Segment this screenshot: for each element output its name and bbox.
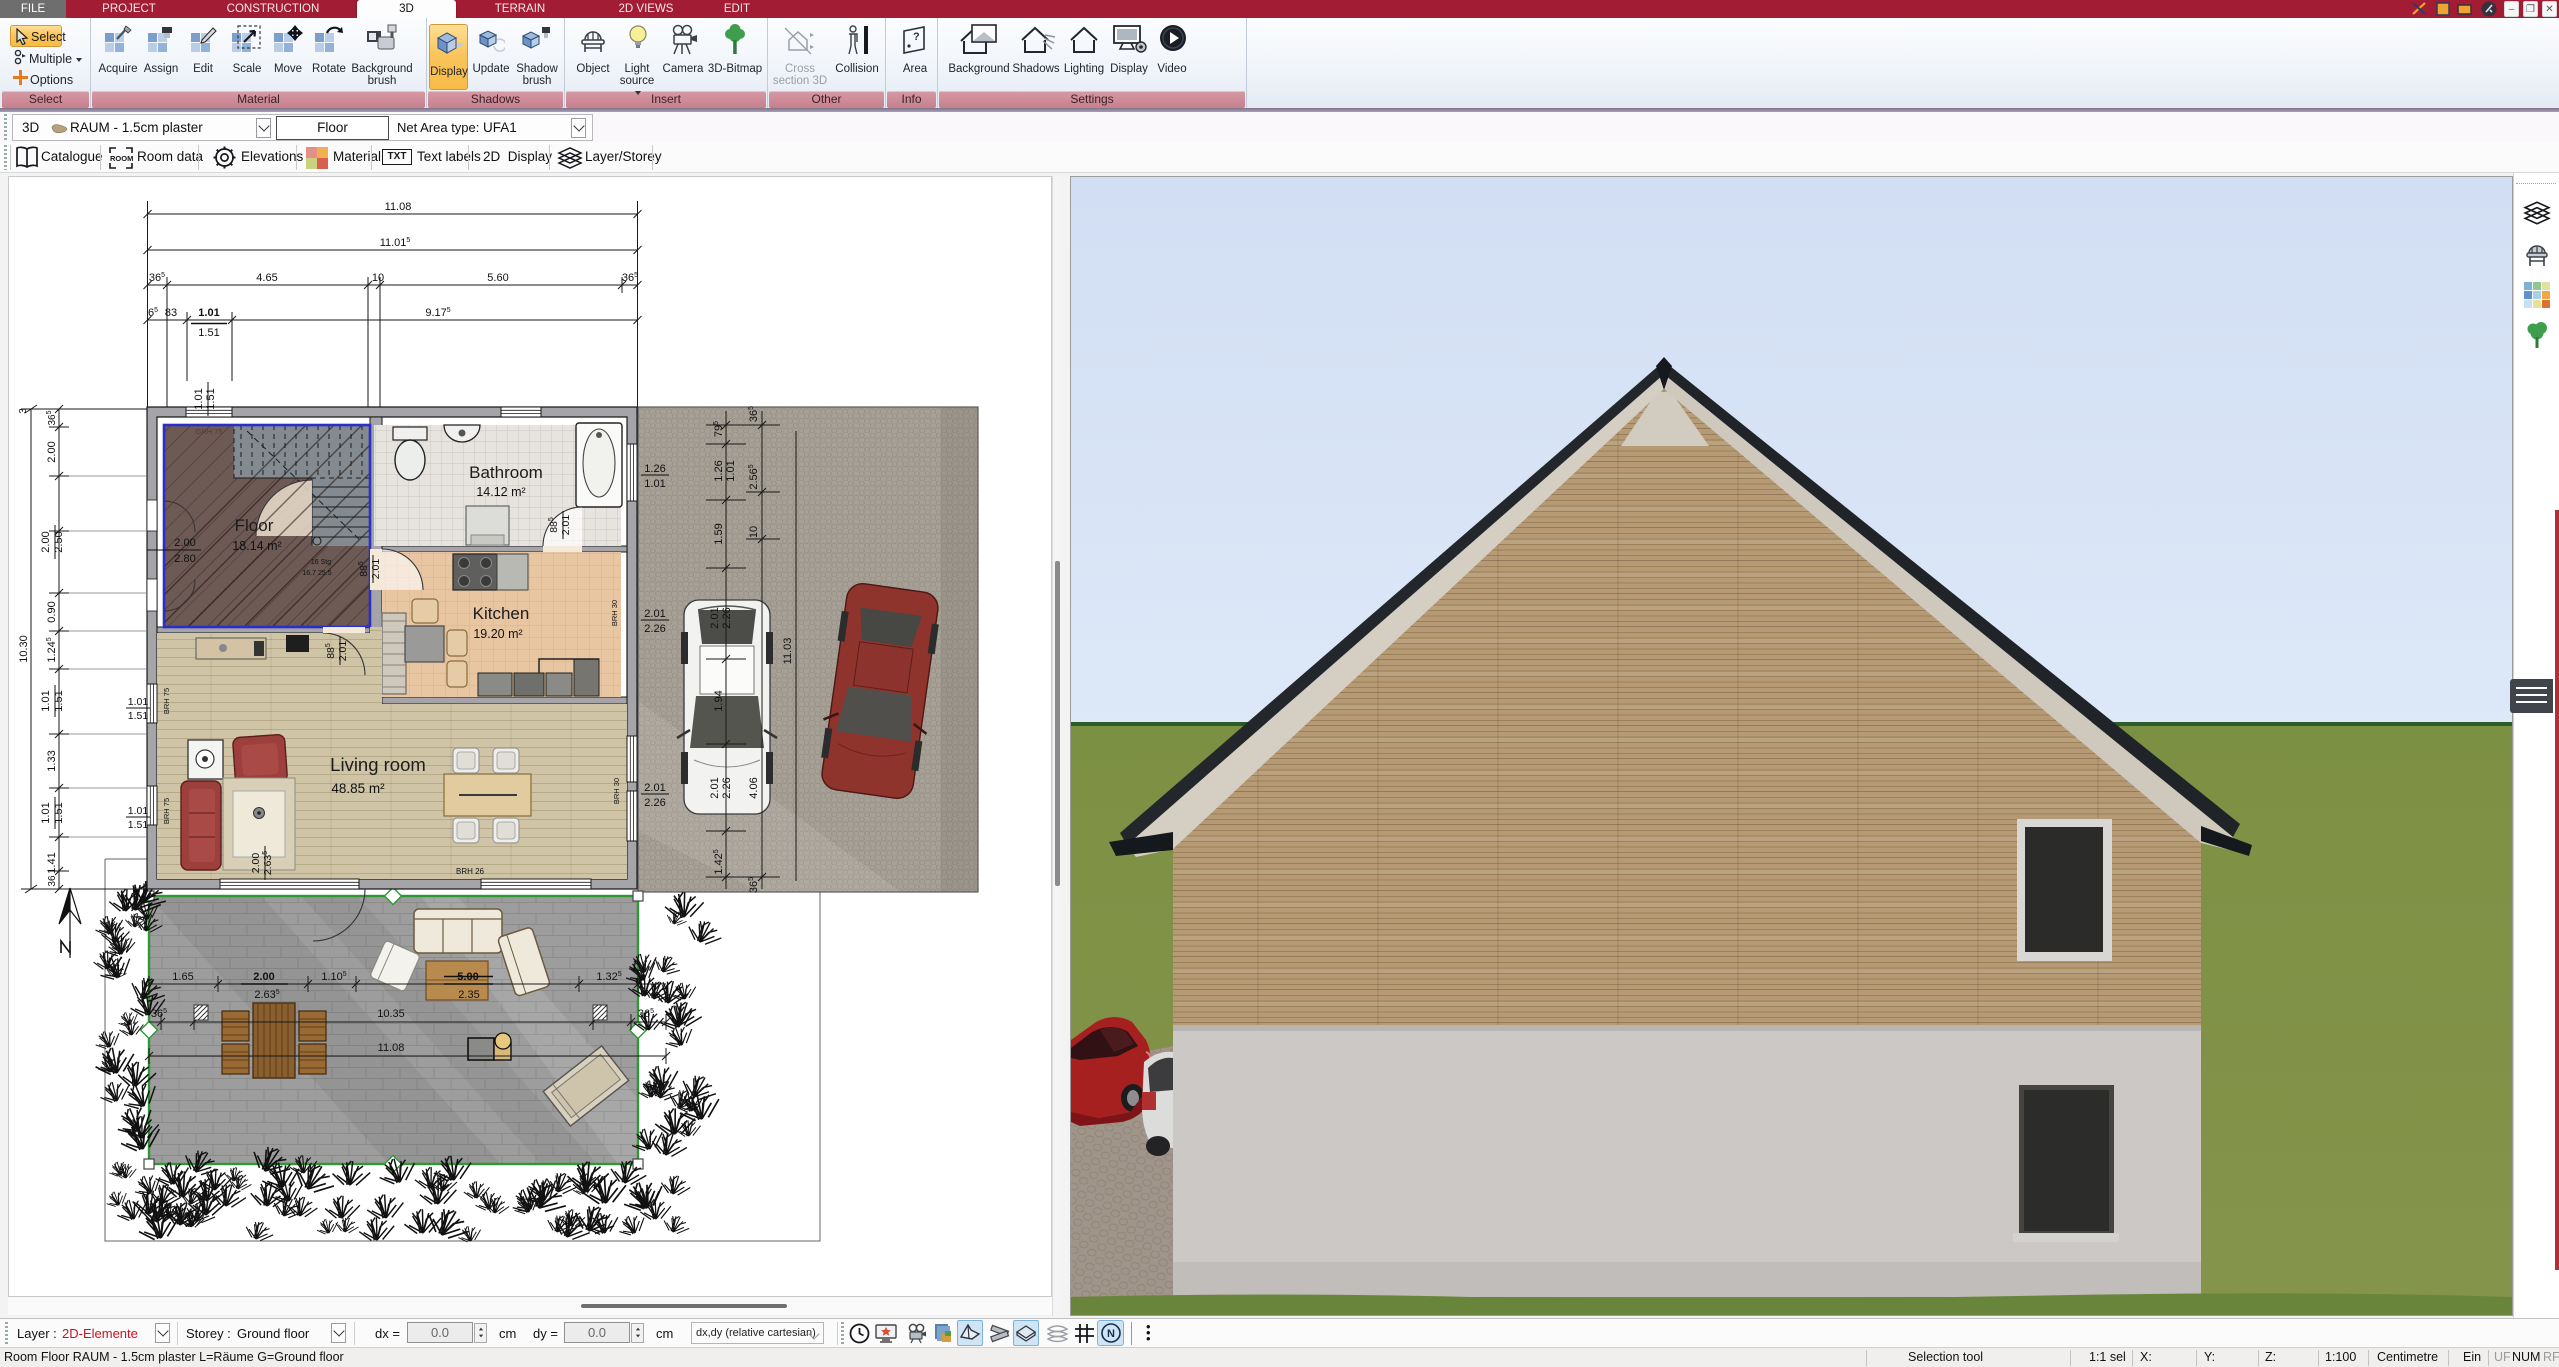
svg-text:Bathroom: Bathroom xyxy=(469,463,543,482)
svg-text:365: 365 xyxy=(46,410,58,425)
svg-text:1.01: 1.01 xyxy=(40,802,52,823)
svg-text:BRH 30: BRH 30 xyxy=(612,778,621,804)
svg-text:18.14 m²: 18.14 m² xyxy=(232,539,281,553)
svg-text:11.03: 11.03 xyxy=(782,638,794,665)
svg-text:2.00: 2.00 xyxy=(250,853,262,874)
svg-text:BRH 75: BRH 75 xyxy=(162,798,171,824)
svg-text:0.90: 0.90 xyxy=(46,601,58,622)
svg-text:48.85 m²: 48.85 m² xyxy=(331,781,385,796)
svg-text:1.94: 1.94 xyxy=(713,690,725,711)
svg-text:11.08: 11.08 xyxy=(378,1042,405,1054)
svg-text:N: N xyxy=(1107,1328,1115,1340)
svg-text:Kitchen: Kitchen xyxy=(473,604,530,623)
svg-text:16 Stg: 16 Stg xyxy=(311,559,331,566)
svg-text:1.01: 1.01 xyxy=(644,478,665,490)
svg-text:2.80: 2.80 xyxy=(174,553,195,565)
svg-text:10: 10 xyxy=(372,272,384,284)
svg-text:10.35: 10.35 xyxy=(377,1008,405,1020)
svg-text:BRH 26: BRH 26 xyxy=(456,867,485,876)
svg-text:14.12 m²: 14.12 m² xyxy=(476,485,525,499)
svg-text:1.65: 1.65 xyxy=(172,971,193,983)
svg-text:2.26: 2.26 xyxy=(721,607,733,628)
svg-text:1.01: 1.01 xyxy=(128,805,149,817)
svg-text:83: 83 xyxy=(165,307,177,319)
svg-text:2.35: 2.35 xyxy=(458,989,479,1001)
svg-text:BRH 30: BRH 30 xyxy=(610,600,619,626)
svg-text:2.26: 2.26 xyxy=(644,797,665,809)
svg-text:2.01: 2.01 xyxy=(709,607,721,628)
svg-text:1.26: 1.26 xyxy=(713,460,725,481)
svg-text:365: 365 xyxy=(149,272,165,284)
svg-text:2.00: 2.00 xyxy=(46,441,58,462)
svg-text:1.245: 1.245 xyxy=(46,637,58,662)
svg-text:2.26: 2.26 xyxy=(721,777,733,798)
svg-text:11.08: 11.08 xyxy=(385,201,412,213)
svg-text:1.26: 1.26 xyxy=(644,463,665,475)
svg-text:2.01: 2.01 xyxy=(560,515,572,536)
svg-text:1.41: 1.41 xyxy=(46,852,58,873)
svg-text:1.59: 1.59 xyxy=(713,523,725,544)
svg-text:1.01: 1.01 xyxy=(128,696,149,708)
svg-text:1.51: 1.51 xyxy=(128,819,149,831)
svg-text:2.01: 2.01 xyxy=(337,641,349,662)
svg-text:10.30: 10.30 xyxy=(18,635,30,663)
svg-text:2.26: 2.26 xyxy=(644,623,665,635)
svg-text:1.51: 1.51 xyxy=(198,327,219,339)
svg-text:Floor: Floor xyxy=(235,516,274,535)
svg-text:1.01: 1.01 xyxy=(193,388,205,409)
svg-text:2.01: 2.01 xyxy=(644,782,665,794)
svg-text:2.00: 2.00 xyxy=(174,537,195,549)
svg-text:3: 3 xyxy=(18,408,29,414)
svg-text:1.51: 1.51 xyxy=(128,710,149,722)
svg-text:4.65: 4.65 xyxy=(256,272,277,284)
svg-text:5.60: 5.60 xyxy=(487,272,508,284)
svg-text:2.01: 2.01 xyxy=(709,777,721,798)
svg-text:9.175: 9.175 xyxy=(425,307,450,319)
svg-text:Living room: Living room xyxy=(330,754,426,775)
svg-text:2.01: 2.01 xyxy=(370,559,382,580)
svg-text:10: 10 xyxy=(748,526,760,538)
svg-text:11.015: 11.015 xyxy=(380,237,411,249)
svg-text:2.00: 2.00 xyxy=(253,971,274,983)
svg-text:1.51: 1.51 xyxy=(205,388,217,409)
svg-text:ROOM: ROOM xyxy=(110,154,133,163)
svg-text:1.33: 1.33 xyxy=(46,750,58,771)
svg-text:365: 365 xyxy=(622,272,638,284)
svg-text:GRH 75: GRH 75 xyxy=(195,427,222,436)
svg-text:65: 65 xyxy=(148,307,158,319)
svg-text:36: 36 xyxy=(47,875,58,887)
svg-text:1.01: 1.01 xyxy=(725,460,737,481)
svg-text:19.20 m²: 19.20 m² xyxy=(473,627,522,641)
svg-text:2.00: 2.00 xyxy=(40,531,52,552)
svg-text:?: ? xyxy=(913,31,920,43)
svg-text:BRH 75: BRH 75 xyxy=(162,688,171,714)
svg-text:1.01: 1.01 xyxy=(198,307,219,319)
svg-text:4.06: 4.06 xyxy=(748,777,760,798)
svg-text:16.7 25.5: 16.7 25.5 xyxy=(302,570,331,577)
svg-text:2.01: 2.01 xyxy=(644,608,665,620)
svg-text:1.01: 1.01 xyxy=(40,690,52,711)
